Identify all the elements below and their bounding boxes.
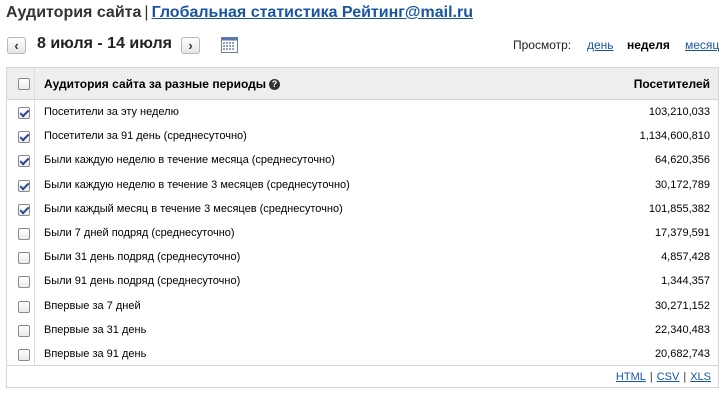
select-all-checkbox[interactable]: [18, 78, 30, 90]
chevron-right-icon: ›: [188, 38, 193, 53]
row-checkbox[interactable]: [18, 348, 30, 361]
view-week-selected: неделя: [627, 38, 670, 52]
page-title: Аудитория сайта | Глобальная статистика Ре…: [6, 4, 473, 22]
row-label: Впервые за 91 день: [44, 347, 147, 360]
row-value: 22,340,483: [654, 323, 710, 336]
view-month-link[interactable]: месяц: [685, 38, 719, 52]
row-value: 30,172,789: [654, 178, 710, 191]
table-row: Посетители за 91 день (среднесуточно) 1,1…: [7, 125, 718, 149]
table-row: Впервые за 7 дней 30,271,152: [7, 295, 718, 319]
row-label: Были 31 день подряд (среднесуточно): [44, 251, 241, 264]
row-label: Впервые за 7 дней: [44, 299, 141, 312]
title-text: Аудитория сайта: [6, 4, 142, 21]
view-label: Просмотр:: [513, 38, 572, 52]
table-row: Были 91 день подряд (среднесуточно) 1,344…: [7, 270, 718, 294]
table-row: Были каждую неделю в течение месяца (сре…: [7, 149, 718, 173]
row-value: 101,855,382: [648, 202, 710, 215]
row-value: 4,857,428: [661, 251, 710, 264]
export-separator: |: [683, 371, 687, 383]
table-row: Были 31 день подряд (среднесуточно) 4,857…: [7, 246, 718, 270]
export-links: HTML | CSV | XLS: [616, 371, 711, 383]
global-stats-link[interactable]: Глобальная статистика Рейтинг@mail.ru: [152, 4, 473, 21]
row-label: Были каждую неделю в течение месяца (сре…: [44, 154, 335, 167]
chevron-left-icon: ‹: [14, 38, 19, 53]
table-footer: HTML | CSV | XLS: [7, 365, 718, 388]
title-separator: |: [144, 4, 149, 21]
row-label: Были каждый месяц в течение 3 месяцев (с…: [44, 202, 343, 215]
date-range: 8 июля - 14 июля: [37, 35, 173, 52]
table-body: Посетители за эту неделю 103,210,033 Посет…: [7, 101, 718, 367]
export-xls-link[interactable]: XLS: [690, 371, 711, 383]
table-header: Аудитория сайта за разные периоды? Посет…: [7, 68, 718, 100]
export-csv-link[interactable]: CSV: [657, 371, 680, 383]
row-checkbox[interactable]: [18, 203, 30, 216]
column-header-visitors[interactable]: Посетителей: [634, 77, 710, 91]
table-row: Были 7 дней подряд (среднесуточно) 17,379…: [7, 222, 718, 246]
column-header-periods: Аудитория сайта за разные периоды?: [44, 77, 280, 91]
row-checkbox[interactable]: [18, 131, 30, 144]
table-row: Впервые за 31 день 22,340,483: [7, 319, 718, 343]
row-value: 20,682,743: [654, 347, 710, 360]
row-checkbox[interactable]: [18, 179, 30, 192]
prev-period-button[interactable]: ‹: [7, 37, 26, 54]
table-row: Были каждую неделю в течение 3 месяцев (…: [7, 174, 718, 198]
row-label: Впервые за 31 день: [44, 323, 147, 336]
calendar-icon[interactable]: [221, 36, 238, 53]
row-value: 30,271,152: [654, 299, 710, 312]
row-label: Были каждую неделю в течение 3 месяцев (…: [44, 178, 350, 191]
row-value: 1,344,357: [661, 275, 710, 288]
row-value: 17,379,591: [654, 226, 710, 239]
audience-table: Аудитория сайта за разные периоды? Посет…: [6, 67, 719, 388]
row-label: Посетители за 91 день (среднесуточно): [44, 130, 247, 143]
row-checkbox[interactable]: [18, 324, 30, 337]
export-separator: |: [649, 371, 653, 383]
row-checkbox[interactable]: [18, 276, 30, 289]
row-checkbox[interactable]: [18, 107, 30, 119]
row-value: 103,210,033: [648, 106, 710, 118]
row-label: Посетители за эту неделю: [44, 106, 179, 118]
row-checkbox[interactable]: [18, 227, 30, 240]
row-checkbox[interactable]: [18, 300, 30, 313]
row-checkbox[interactable]: [18, 155, 30, 168]
export-html-link[interactable]: HTML: [616, 371, 646, 383]
table-row: Впервые за 91 день 20,682,743: [7, 343, 718, 367]
table-row: Посетители за эту неделю 103,210,033: [7, 101, 718, 125]
view-day-link[interactable]: день: [587, 38, 614, 52]
row-value: 1,134,600,810: [639, 130, 710, 143]
row-label: Были 91 день подряд (среднесуточно): [44, 275, 241, 288]
row-value: 64,620,356: [654, 154, 710, 167]
row-checkbox[interactable]: [18, 252, 30, 265]
table-row: Были каждый месяц в течение 3 месяцев (с…: [7, 198, 718, 222]
column-header-periods-label: Аудитория сайта за разные периоды: [44, 77, 266, 91]
next-period-button[interactable]: ›: [181, 37, 200, 54]
row-label: Были 7 дней подряд (среднесуточно): [44, 226, 235, 239]
help-icon[interactable]: ?: [268, 79, 280, 90]
